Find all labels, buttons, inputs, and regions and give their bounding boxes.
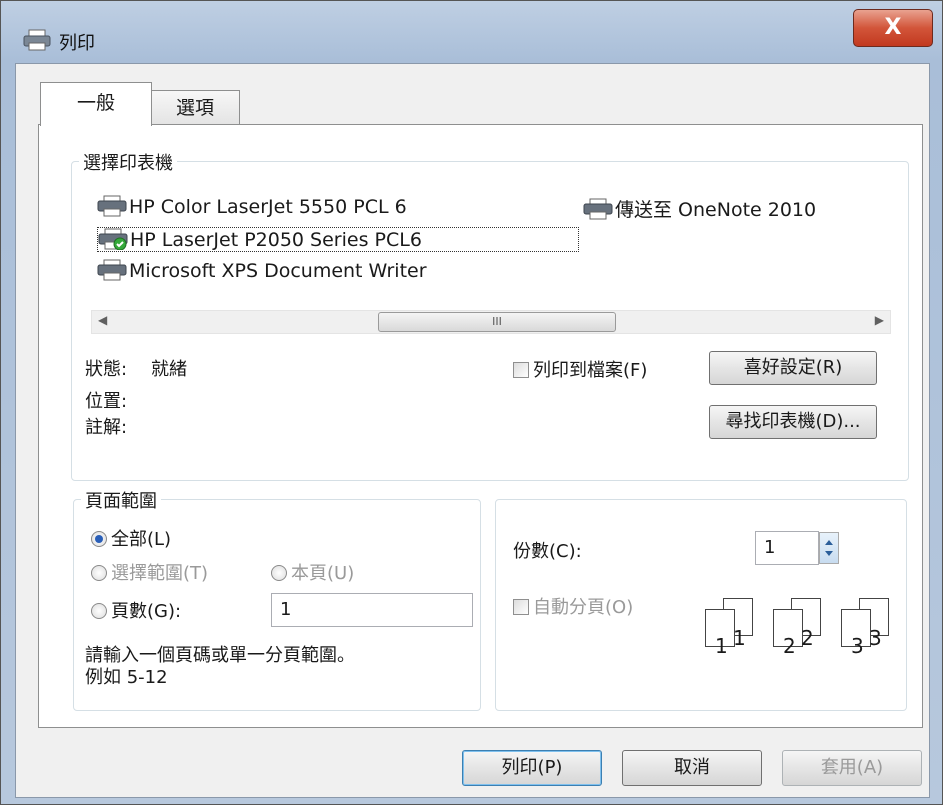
- radio-current-page-label: 本頁(U): [291, 563, 355, 584]
- window-title: 列印: [59, 33, 95, 54]
- radio-pages-label: 頁數(G):: [111, 601, 182, 622]
- radio-all-label: 全部(L): [111, 529, 172, 550]
- printer-icon: [23, 29, 51, 51]
- find-printer-button[interactable]: 尋找印表機(D)...: [709, 405, 877, 439]
- checkbox-box[interactable]: [513, 599, 529, 615]
- printer-icon: [583, 198, 613, 220]
- scrollbar-thumb[interactable]: III: [378, 312, 616, 332]
- printer-name: 傳送至 OneNote 2010: [615, 199, 817, 221]
- collate-label: 自動分頁(O): [533, 597, 634, 618]
- printer-icon: [97, 195, 127, 217]
- print-to-file-label: 列印到檔案(F): [533, 360, 648, 381]
- select-printer-label: 選擇印表機: [79, 149, 177, 175]
- dialog-client-area: 一般 選項 選擇印表機 HP Color LaserJet 5550 PCL 6…: [15, 63, 930, 798]
- collate-number: 1: [715, 634, 728, 658]
- preferences-button[interactable]: 喜好設定(R): [709, 351, 877, 385]
- radio-button[interactable]: [91, 565, 107, 581]
- tab-options[interactable]: 選項: [150, 90, 240, 126]
- page-range-label: 頁面範圍: [81, 487, 161, 513]
- collate-checkbox[interactable]: 自動分頁(O): [513, 593, 633, 619]
- checkbox-box[interactable]: [513, 362, 529, 378]
- tab-general[interactable]: 一般: [40, 82, 152, 126]
- copies-input[interactable]: 1: [755, 531, 819, 565]
- collate-number: 2: [783, 634, 796, 658]
- comment-label: 註解:: [85, 417, 128, 438]
- pages-input[interactable]: 1: [271, 593, 473, 627]
- collate-number: 3: [851, 634, 864, 658]
- radio-selection[interactable]: 選擇範圍(T): [91, 559, 208, 585]
- scroll-left-icon[interactable]: ◀: [98, 313, 107, 327]
- copies-spinner[interactable]: [819, 532, 839, 564]
- radio-all[interactable]: 全部(L): [91, 525, 171, 551]
- radio-current-page[interactable]: 本頁(U): [271, 559, 354, 585]
- radio-button[interactable]: [271, 565, 287, 581]
- print-button[interactable]: 列印(P): [462, 750, 602, 786]
- collate-number: 3: [869, 626, 882, 650]
- radio-selection-label: 選擇範圍(T): [111, 563, 209, 584]
- radio-pages[interactable]: 頁數(G):: [91, 597, 181, 623]
- status-value: 就緒: [151, 359, 187, 380]
- radio-button[interactable]: [91, 531, 107, 547]
- printer-list-scrollbar[interactable]: ◀ III ▶: [91, 310, 891, 334]
- printer-item-selected[interactable]: HP LaserJet P2050 Series PCL6: [97, 227, 579, 252]
- printer-item[interactable]: HP Color LaserJet 5550 PCL 6: [97, 195, 407, 218]
- default-printer-icon: [98, 228, 128, 250]
- spinner-arrows-icon: [825, 540, 833, 556]
- printer-icon: [97, 259, 127, 281]
- title-bar[interactable]: 列印 X: [1, 1, 942, 63]
- status-label: 狀態:: [85, 359, 128, 380]
- printer-name: HP Color LaserJet 5550 PCL 6: [129, 196, 407, 218]
- tab-panel-general: 選擇印表機 HP Color LaserJet 5550 PCL 6 傳送至 O…: [38, 124, 923, 728]
- print-dialog: 列印 X 一般 選項 選擇印表機 HP Color LaserJet 5550 …: [0, 0, 943, 805]
- print-to-file-checkbox[interactable]: 列印到檔案(F): [513, 356, 647, 382]
- printer-name: Microsoft XPS Document Writer: [129, 260, 427, 282]
- apply-button[interactable]: 套用(A): [782, 750, 922, 786]
- close-button[interactable]: X: [853, 9, 933, 47]
- printer-item[interactable]: 傳送至 OneNote 2010: [583, 195, 816, 222]
- copies-label: 份數(C):: [513, 541, 582, 562]
- location-label: 位置:: [85, 391, 128, 412]
- radio-button[interactable]: [91, 603, 107, 619]
- printer-item[interactable]: Microsoft XPS Document Writer: [97, 259, 427, 282]
- scroll-right-icon[interactable]: ▶: [875, 313, 884, 327]
- page-range-example: 例如 5-12: [85, 667, 168, 688]
- collate-number: 1: [733, 626, 746, 650]
- collate-number: 2: [801, 626, 814, 650]
- printer-name: HP LaserJet P2050 Series PCL6: [130, 229, 422, 251]
- cancel-button[interactable]: 取消: [622, 750, 762, 786]
